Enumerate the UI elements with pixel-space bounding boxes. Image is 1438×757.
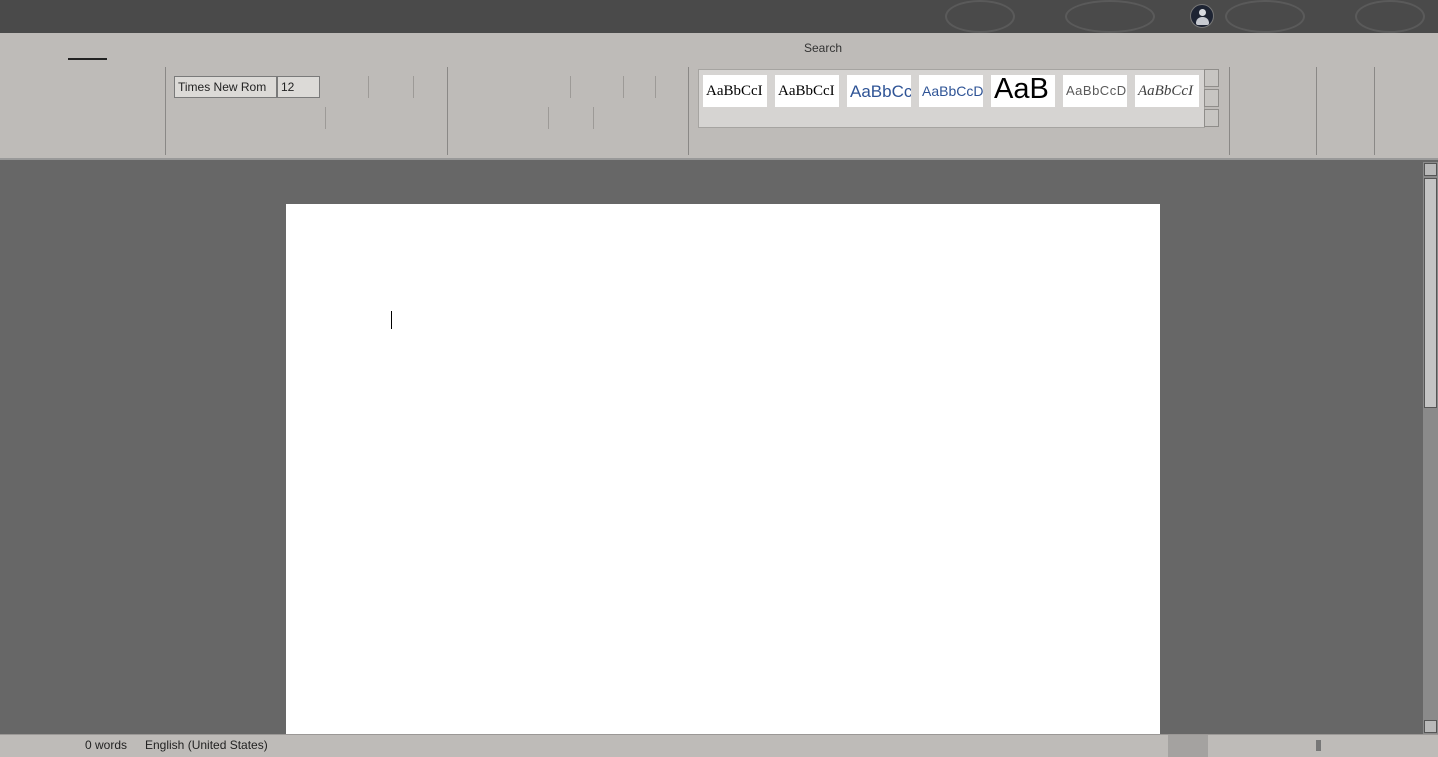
active-tab-indicator bbox=[68, 58, 107, 60]
zoom-slider-thumb[interactable] bbox=[1316, 740, 1321, 751]
search-box[interactable]: Search bbox=[783, 41, 863, 55]
ribbon-group-divider bbox=[1374, 67, 1375, 155]
ribbon-group-divider bbox=[447, 67, 448, 155]
style-heading-2[interactable]: AaBbCcD bbox=[919, 75, 983, 107]
decorative-swirl bbox=[1065, 0, 1155, 33]
style-sample: AaBbCcD bbox=[1066, 83, 1127, 98]
style-sample: AaBbCcI bbox=[778, 83, 835, 99]
button-divider bbox=[548, 107, 549, 129]
language-indicator[interactable]: English (United States) bbox=[145, 738, 268, 752]
document-page[interactable] bbox=[286, 204, 1160, 734]
style-sample: AaBbCc bbox=[850, 82, 911, 101]
gallery-scroll-down-button[interactable] bbox=[1204, 89, 1219, 107]
style-sample: AaB bbox=[994, 75, 1049, 105]
ribbon: Search Times New Rom 12 AaBbCcI AaBbCcI … bbox=[0, 33, 1438, 160]
scroll-thumb[interactable] bbox=[1424, 178, 1437, 408]
font-name-combobox[interactable]: Times New Rom bbox=[174, 76, 277, 98]
decorative-swirl bbox=[945, 0, 1015, 33]
style-no-spacing[interactable]: AaBbCcI bbox=[775, 75, 839, 107]
styles-gallery: AaBbCcI AaBbCcI AaBbCc AaBbCcD AaB AaBbC… bbox=[698, 69, 1205, 128]
font-size-combobox[interactable]: 12 bbox=[277, 76, 320, 98]
decorative-swirl bbox=[1225, 0, 1305, 33]
button-divider bbox=[368, 76, 369, 98]
ribbon-group-divider bbox=[688, 67, 689, 155]
view-mode-button[interactable] bbox=[1168, 735, 1208, 757]
scroll-down-arrow[interactable] bbox=[1424, 720, 1437, 733]
ribbon-group-divider bbox=[165, 67, 166, 155]
scroll-up-arrow[interactable] bbox=[1424, 163, 1437, 176]
style-sample: AaBbCcI bbox=[706, 83, 763, 99]
user-avatar[interactable] bbox=[1190, 4, 1214, 28]
gallery-more-button[interactable] bbox=[1204, 109, 1219, 127]
status-bar: 0 words English (United States) bbox=[0, 734, 1438, 757]
ribbon-group-divider bbox=[1229, 67, 1230, 155]
style-normal[interactable]: AaBbCcI bbox=[703, 75, 767, 107]
ribbon-group-divider bbox=[1316, 67, 1317, 155]
decorative-swirl bbox=[1355, 0, 1425, 33]
button-divider bbox=[325, 107, 326, 129]
button-divider bbox=[413, 76, 414, 98]
vertical-scrollbar[interactable] bbox=[1423, 162, 1438, 734]
button-divider bbox=[570, 76, 571, 98]
style-sample: AaBbCcI bbox=[1138, 83, 1193, 99]
button-divider bbox=[655, 76, 656, 98]
gallery-scroll-up-button[interactable] bbox=[1204, 69, 1219, 87]
style-title[interactable]: AaB bbox=[991, 75, 1055, 107]
style-heading-1[interactable]: AaBbCc bbox=[847, 75, 911, 107]
button-divider bbox=[623, 76, 624, 98]
word-count[interactable]: 0 words bbox=[85, 738, 127, 752]
title-bar bbox=[0, 0, 1438, 33]
style-subtle-emphasis[interactable]: AaBbCcI bbox=[1135, 75, 1199, 107]
style-subtitle[interactable]: AaBbCcD bbox=[1063, 75, 1127, 107]
button-divider bbox=[593, 107, 594, 129]
text-cursor bbox=[391, 311, 392, 329]
style-sample: AaBbCcD bbox=[922, 83, 983, 99]
